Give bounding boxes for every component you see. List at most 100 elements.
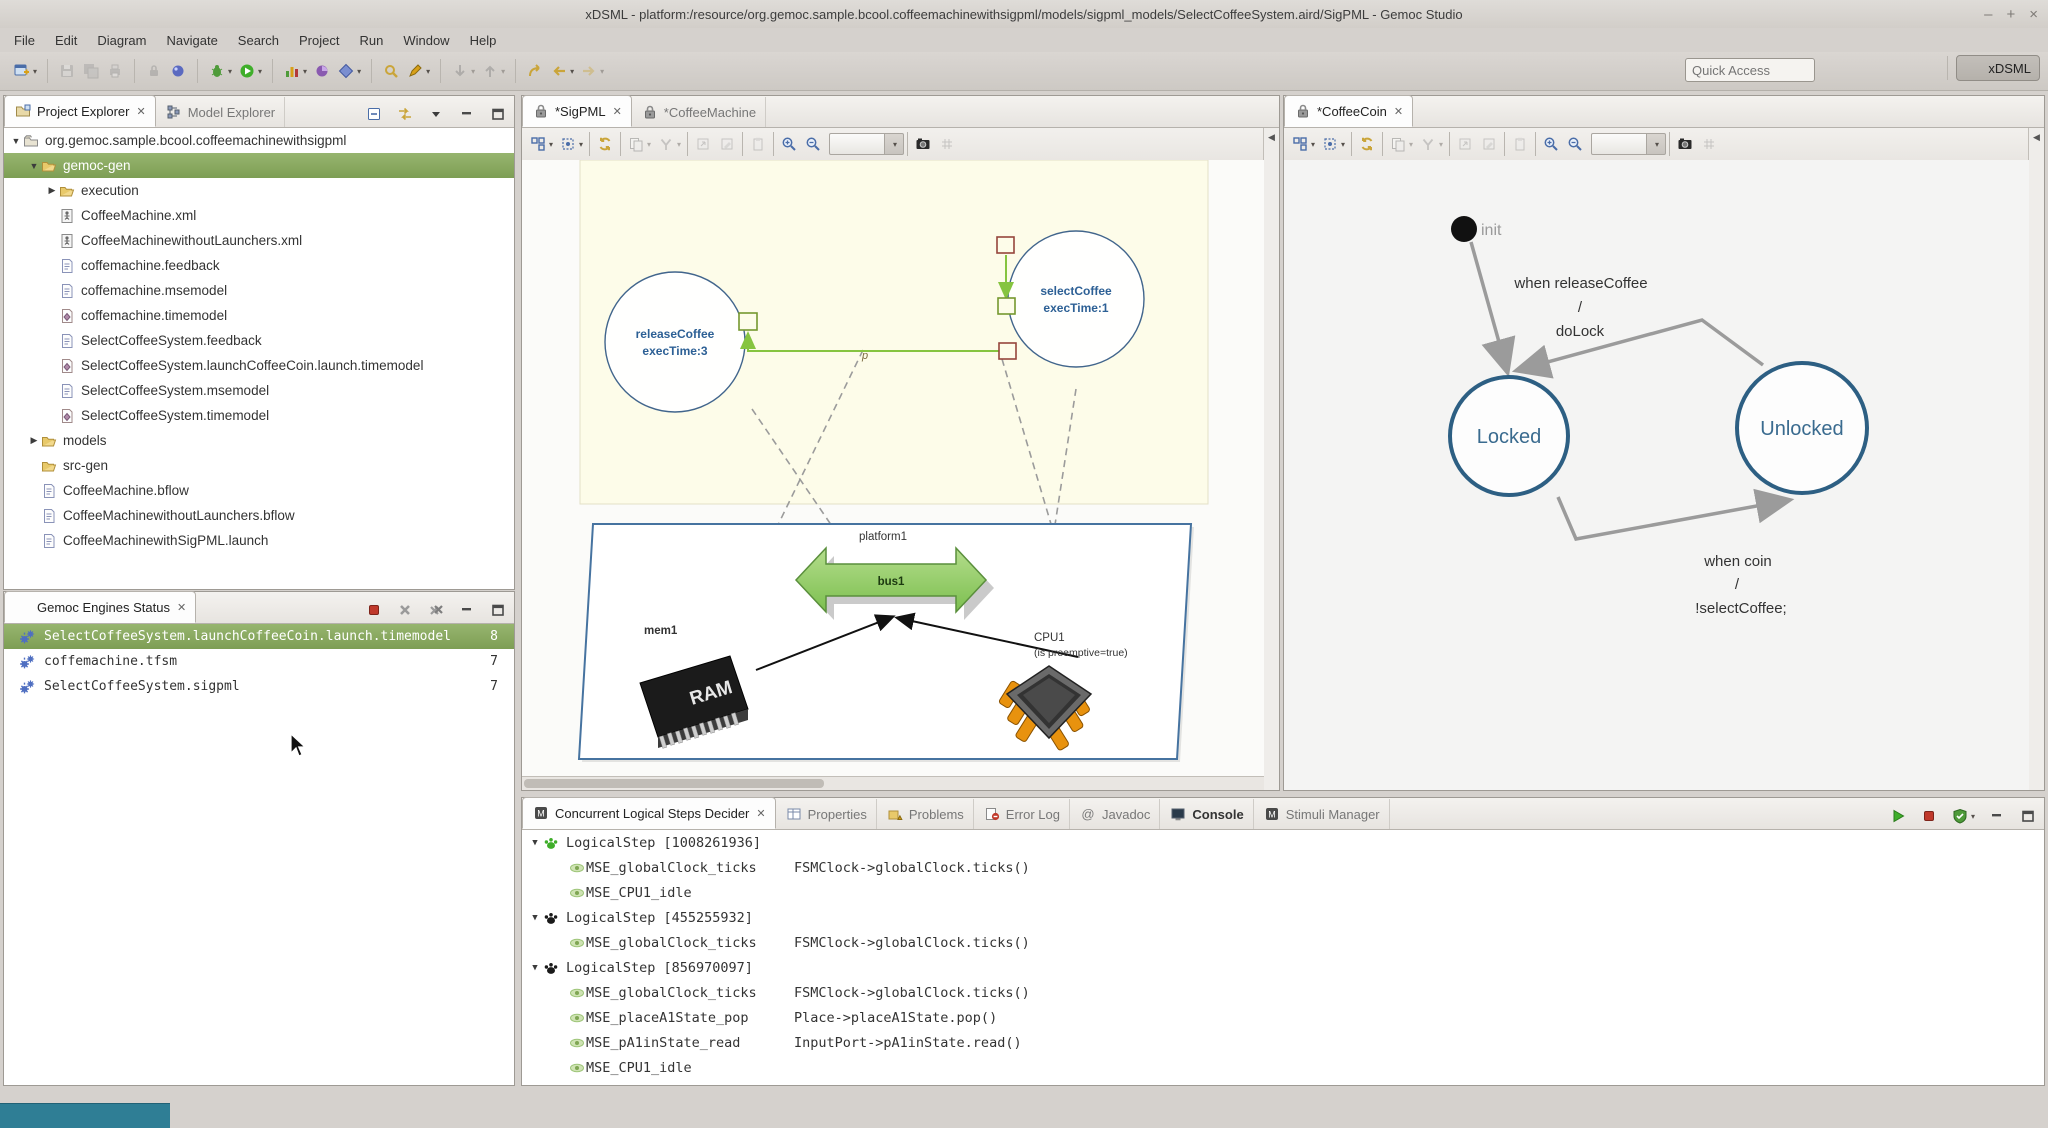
tab-sigpml[interactable]: *SigPML✕ [522,95,632,127]
grid-button[interactable] [1697,131,1721,157]
layers-button[interactable]: ▾ [1318,131,1348,157]
menu-run[interactable]: Run [349,31,393,50]
save-all-button[interactable] [79,58,103,84]
coffeecoin-palette-strip[interactable]: ◀ [2028,128,2044,790]
tab-concurrent-logical-steps-decider[interactable]: MConcurrent Logical Steps Decider✕ [522,797,776,829]
sigpml-palette-strip[interactable]: ◀ [1263,128,1279,790]
tab-gemoc-engines-status[interactable]: Gemoc Engines Status ✕ [4,591,196,623]
nav-down-button[interactable]: ▾ [448,58,478,84]
tree-item-coffemachine-timemodel[interactable]: coffemachine.timemodel [4,303,514,328]
logical-step-row[interactable]: ▼LogicalStep [1008261936] [522,830,2044,855]
tree-item-execution[interactable]: ▶execution [4,178,514,203]
play-button[interactable] [1886,803,1910,829]
model-button[interactable]: ▾ [334,58,364,84]
close-icon[interactable]: ✕ [613,105,622,118]
tree-item-coffemachine-feedback[interactable]: coffemachine.feedback [4,253,514,278]
minimize-button[interactable] [455,101,479,127]
horizontal-scrollbar[interactable] [522,776,1264,790]
view-menu-button[interactable] [424,101,448,127]
zoom-in-button[interactable] [777,131,801,157]
snapshot-button[interactable] [911,131,935,157]
tree-item-selectcoffeesystem-msemodel[interactable]: SelectCoffeeSystem.msemodel [4,378,514,403]
save-button[interactable] [55,58,79,84]
menu-file[interactable]: File [4,31,45,50]
export-button[interactable] [1453,131,1477,157]
dropdown-arrow-icon[interactable]: ▾ [501,67,505,76]
dropdown-arrow-icon[interactable]: ▾ [570,67,574,76]
tree-expand-arrow-icon[interactable]: ▼ [528,838,542,848]
input-port[interactable] [998,298,1015,314]
tree-item-coffemachine-msemodel[interactable]: coffemachine.msemodel [4,278,514,303]
dispose-all-button[interactable] [424,597,448,623]
tree-item-models[interactable]: ▶models [4,428,514,453]
dropdown-arrow-icon[interactable]: ▾ [471,67,475,76]
tree-item-coffeemachine-xml[interactable]: CoffeeMachine.xml [4,203,514,228]
transition-locked-to-unlocked[interactable] [1558,497,1784,539]
tree-expand-arrow-icon[interactable]: ▼ [528,963,542,973]
mse-event-row[interactable]: MSE_globalClock_ticksFSMClock->globalClo… [522,930,2044,955]
logical-step-row[interactable]: ▼LogicalStep [856970097] [522,955,2044,980]
engine-row[interactable]: coffemachine.tfsm7 [4,649,514,674]
tree-item-src-gen[interactable]: src-gen [4,453,514,478]
window-maximize-button[interactable]: + [2006,6,2015,23]
coverage-button[interactable]: ▾ [280,58,310,84]
snapshot-button[interactable] [1673,131,1697,157]
tree-item-org-gemoc-sample-bcool-coffeemachinewithsigpml[interactable]: ▼org.gemoc.sample.bcool.coffeemachinewit… [4,128,514,153]
paste-button[interactable] [746,131,770,157]
close-icon[interactable]: ✕ [1394,105,1403,118]
edit-button[interactable]: ▾ [403,58,433,84]
mse-event-row[interactable]: MSE_placeA1State_popPlace->placeA1State.… [522,1005,2044,1030]
tree-item-coffeemachine-bflow[interactable]: CoffeeMachine.bflow [4,478,514,503]
zoom-level-dropdown[interactable]: ▾ [885,133,904,155]
forward-button[interactable]: ▾ [577,58,607,84]
zoom-in-button[interactable] [1539,131,1563,157]
state-unlocked[interactable]: Unlocked [1737,363,1867,493]
input-port[interactable] [997,237,1014,253]
menu-project[interactable]: Project [289,31,349,50]
debug-button[interactable]: ▾ [205,58,235,84]
refresh-button[interactable] [593,131,617,157]
last-edit-button[interactable] [523,58,547,84]
back-button[interactable]: ▾ [547,58,577,84]
dropdown-arrow-icon[interactable]: ▾ [1971,812,1975,821]
link-editor-button[interactable] [393,101,417,127]
refresh-button[interactable] [1355,131,1379,157]
menu-edit[interactable]: Edit [45,31,87,50]
zoom-level-dropdown[interactable]: ▾ [1647,133,1666,155]
dropdown-arrow-icon[interactable]: ▾ [228,67,232,76]
minimize-button[interactable] [1985,803,2009,829]
tree-item-gemoc-gen[interactable]: ▼gemoc-gen [4,153,514,178]
close-icon[interactable]: ✕ [177,601,186,614]
tree-item-coffeemachinewithoutlaunchers-bflow[interactable]: CoffeeMachinewithoutLaunchers.bflow [4,503,514,528]
menu-help[interactable]: Help [460,31,507,50]
tab-properties[interactable]: Properties [776,799,877,829]
logical-step-row[interactable]: ▼LogicalStep [455255932] [522,905,2044,930]
tree-item-selectcoffeesystem-feedback[interactable]: SelectCoffeeSystem.feedback [4,328,514,353]
export-button[interactable] [691,131,715,157]
dispose-button[interactable] [393,597,417,623]
zoom-out-button[interactable] [1563,131,1587,157]
dropdown-arrow-icon[interactable]: ▾ [357,67,361,76]
maximize-button[interactable] [486,101,510,127]
mse-event-row[interactable]: MSE_globalClock_ticksFSMClock->globalClo… [522,980,2044,1005]
zoom-level-select[interactable] [1591,133,1647,155]
grid-button[interactable] [935,131,959,157]
tree-collapse-arrow-icon[interactable]: ▶ [46,185,58,196]
nav-up-button[interactable]: ▾ [478,58,508,84]
mse-event-row[interactable]: MSE_pA1inState_readInputPort->pA1inState… [522,1030,2044,1055]
dropdown-arrow-icon[interactable]: ▾ [303,67,307,76]
paste-button[interactable] [1508,131,1532,157]
minimize-button[interactable] [455,597,479,623]
search-button[interactable] [379,58,403,84]
dropdown-arrow-icon[interactable]: ▾ [647,140,651,149]
layers-button[interactable]: ▾ [556,131,586,157]
tab-coffeemachine[interactable]: *CoffeeMachine [632,97,766,127]
actor-selectCoffee[interactable]: selectCoffee execTime:1 [1008,231,1144,367]
stop-button[interactable] [362,597,386,623]
dropdown-arrow-icon[interactable]: ▾ [1409,140,1413,149]
quick-access-input[interactable] [1685,58,1815,82]
maximize-button[interactable] [486,597,510,623]
tab-problems[interactable]: Problems [877,799,974,829]
close-icon[interactable]: ✕ [136,105,145,118]
engine-row[interactable]: SelectCoffeeSystem.sigpml7 [4,674,514,699]
